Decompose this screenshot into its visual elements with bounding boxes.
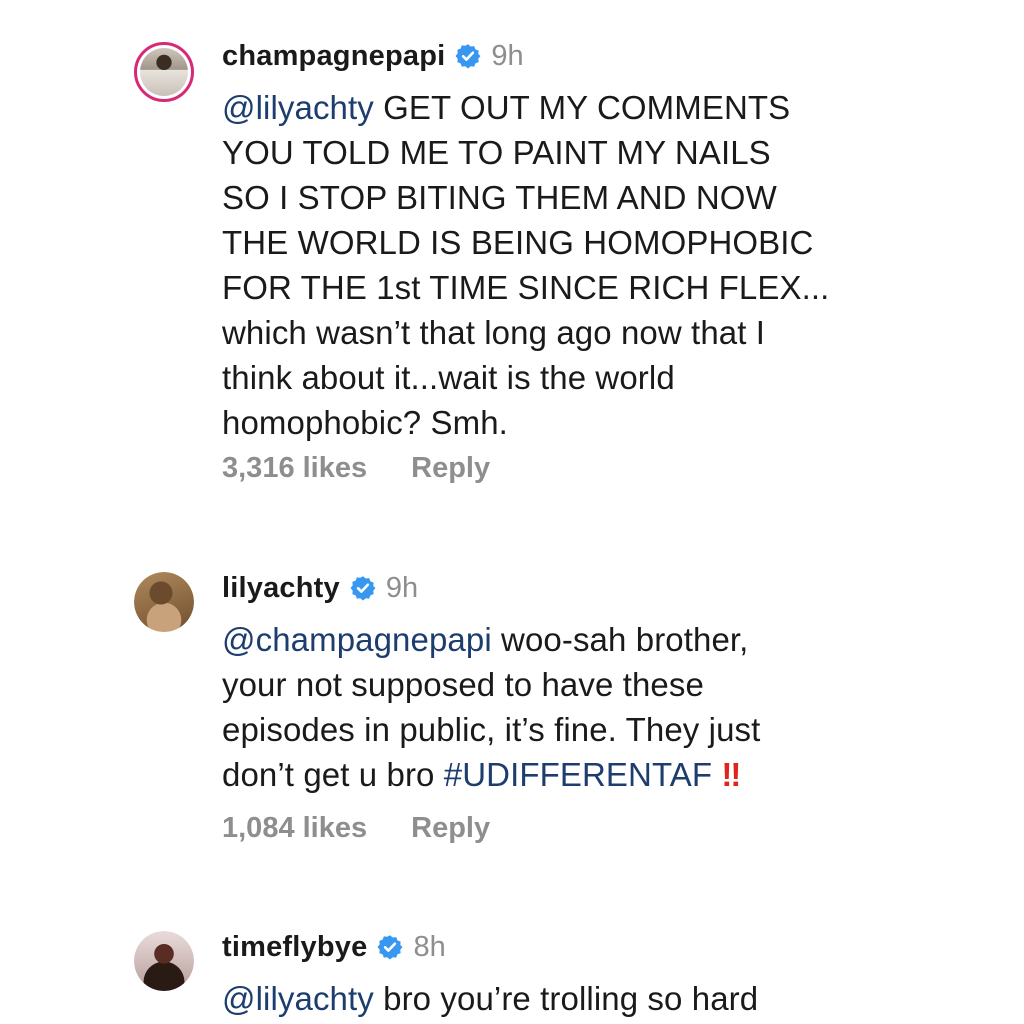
- likes-count[interactable]: 1,084 likes: [222, 812, 367, 845]
- timestamp: 9h: [385, 571, 419, 604]
- username[interactable]: timeflybye: [222, 931, 367, 964]
- comment-line: FOR THE 1st TIME SINCE RICH FLEX...: [222, 269, 830, 306]
- mention-link[interactable]: @champagnepapi: [222, 621, 492, 658]
- avatar[interactable]: [134, 42, 194, 102]
- comment-text-segment: woo-sah brother,: [491, 621, 749, 658]
- comment-text: @lilyachty bro you’re trolling so hard: [222, 976, 912, 1021]
- comment-line: episodes in public, it’s fine. They just: [222, 711, 761, 748]
- comment-line: think about it...wait is the world: [222, 359, 675, 396]
- comment-header: champagnepapi 9h: [222, 34, 524, 78]
- comment-text: @lilyachty GET OUT MY COMMENTS YOU TOLD …: [222, 85, 912, 445]
- comment-line: SO I STOP BITING THEM AND NOW: [222, 179, 777, 216]
- reply-button[interactable]: Reply: [411, 812, 490, 845]
- avatar[interactable]: [134, 572, 194, 632]
- comment-line: which wasn’t that long ago now that I: [222, 314, 766, 351]
- comment-text-segment: GET OUT MY COMMENTS: [373, 89, 791, 126]
- comment-line: homophobic? Smh.: [222, 404, 508, 441]
- comment-header: timeflybye 8h: [222, 925, 446, 969]
- comment-text: @champagnepapi woo-sah brother, your not…: [222, 617, 912, 797]
- username[interactable]: champagnepapi: [222, 40, 445, 73]
- hashtag-link[interactable]: #UDIFFERENTAF: [444, 756, 712, 793]
- comment-line: THE WORLD IS BEING HOMOPHOBIC: [222, 224, 814, 261]
- comment-actions: 1,084 likes Reply: [222, 812, 490, 845]
- reply-button[interactable]: Reply: [411, 452, 490, 485]
- timestamp: 8h: [413, 930, 446, 963]
- timestamp: 9h: [491, 39, 524, 72]
- comment-text-segment: bro you’re trolling so hard: [373, 980, 759, 1017]
- comment-actions: 3,316 likes Reply: [222, 452, 490, 485]
- mention-link[interactable]: @lilyachty: [222, 89, 374, 126]
- double-exclamation-emoji: ‼: [721, 756, 741, 793]
- comment-line: YOU TOLD ME TO PAINT MY NAILS: [222, 134, 771, 171]
- avatar[interactable]: [134, 931, 194, 991]
- mention-link[interactable]: @lilyachty: [222, 980, 374, 1017]
- comment-line: your not supposed to have these: [222, 666, 704, 703]
- username[interactable]: lilyachty: [222, 572, 340, 605]
- comment-text-segment: don’t get u bro: [222, 756, 444, 793]
- verified-badge-icon: [350, 576, 376, 601]
- verified-badge-icon: [455, 44, 481, 69]
- likes-count[interactable]: 3,316 likes: [222, 452, 367, 485]
- comment-header: lilyachty 9h: [222, 566, 418, 610]
- verified-badge-icon: [377, 935, 403, 960]
